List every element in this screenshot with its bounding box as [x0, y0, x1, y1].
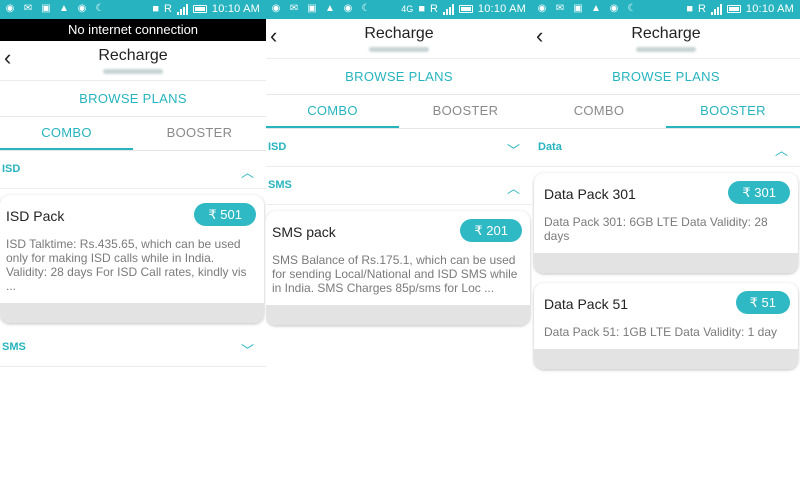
section-isd[interactable]: ISD ︿: [0, 151, 266, 189]
moon-icon: ☾: [361, 3, 371, 14]
radio-icon: ◉: [271, 3, 281, 14]
card-footer: [534, 349, 798, 369]
browse-plans-link[interactable]: BROWSE PLANS: [532, 59, 800, 95]
screen-booster-data: ◉ ✉ ▣ ▲ ◉ ☾ ■ R 10:10 AM ‹ Recharge BROW…: [532, 0, 800, 500]
message-icon: ✉: [289, 3, 299, 14]
plan-card[interactable]: Data Pack 51 ₹ 51 Data Pack 51: 1GB LTE …: [534, 283, 798, 369]
app-icon: ■: [152, 3, 159, 15]
plan-name: SMS pack: [272, 224, 336, 240]
section-sms[interactable]: SMS ︿: [266, 167, 532, 205]
battery-icon: [726, 5, 741, 13]
section-label: SMS: [268, 179, 292, 191]
section-data[interactable]: Data ︿: [532, 129, 800, 167]
app-icon: ■: [418, 3, 425, 15]
roaming-badge: R: [697, 3, 706, 15]
moon-icon: ☾: [627, 3, 637, 14]
plan-card[interactable]: SMS pack ₹ 201 SMS Balance of Rs.175.1, …: [266, 211, 530, 325]
status-bar: ◉ ✉ ▣ ▲ ◉ ☾ ■ R 10:10 AM: [0, 0, 266, 19]
plan-description: Data Pack 301: 6GB LTE Data Validity: 28…: [544, 215, 768, 243]
radio-icon: ◉: [609, 3, 619, 14]
plan-name: ISD Pack: [6, 208, 65, 224]
plan-description: Data Pack 51: 1GB LTE Data Validity: 1 d…: [544, 325, 778, 339]
chevron-down-icon[interactable]: ﹀: [241, 340, 254, 359]
section-label: Data: [538, 141, 562, 153]
card-footer: [534, 253, 798, 273]
roaming-badge: R: [429, 3, 438, 15]
page-title: Recharge: [364, 25, 434, 42]
clock: 10:10 AM: [745, 3, 794, 15]
tab-booster[interactable]: BOOSTER: [133, 117, 266, 150]
radio-icon: ◉: [537, 3, 547, 14]
battery-icon: [192, 5, 207, 13]
plan-tabs: COMBO BOOSTER: [266, 95, 532, 129]
gallery-icon: ▣: [573, 3, 583, 14]
app-header: ‹ Recharge: [266, 19, 532, 59]
gallery-icon: ▣: [307, 3, 317, 14]
tab-combo[interactable]: COMBO: [0, 117, 133, 150]
chevron-down-icon[interactable]: ﹀: [507, 140, 520, 159]
signal-icon: [710, 3, 722, 15]
app-header: ‹ Recharge: [532, 19, 800, 59]
battery-icon: [458, 5, 473, 13]
roaming-badge: R: [163, 3, 172, 15]
redacted-number: [103, 69, 163, 74]
page-title: Recharge: [631, 25, 701, 42]
message-icon: ✉: [23, 3, 33, 14]
plan-tabs: COMBO BOOSTER: [0, 117, 266, 151]
warning-icon: ▲: [325, 3, 335, 14]
tab-combo[interactable]: COMBO: [266, 95, 399, 128]
section-label: SMS: [2, 341, 26, 353]
section-label: ISD: [2, 163, 21, 175]
chevron-up-icon[interactable]: ︿: [775, 140, 788, 159]
screen-combo-sms: ◉ ✉ ▣ ▲ ◉ ☾ 4G ■ R 10:10 AM ‹ Recharge B…: [266, 0, 532, 500]
plan-name: Data Pack 301: [544, 186, 636, 202]
clock: 10:10 AM: [211, 3, 260, 15]
price-button[interactable]: ₹ 201: [460, 219, 522, 242]
radio-icon: ◉: [343, 3, 353, 14]
screen-combo-isd: ◉ ✉ ▣ ▲ ◉ ☾ ■ R 10:10 AM No internet con…: [0, 0, 266, 500]
browse-plans-link[interactable]: BROWSE PLANS: [0, 81, 266, 117]
price-button[interactable]: ₹ 501: [194, 203, 256, 226]
network-type: 4G: [401, 4, 414, 14]
status-bar: ◉ ✉ ▣ ▲ ◉ ☾ 4G ■ R 10:10 AM: [266, 0, 532, 19]
warning-icon: ▲: [591, 3, 601, 14]
radio-icon: ◉: [77, 3, 87, 14]
clock: 10:10 AM: [477, 3, 526, 15]
app-icon: ■: [686, 3, 693, 15]
offline-banner: No internet connection: [0, 19, 266, 41]
gallery-icon: ▣: [41, 3, 51, 14]
chevron-up-icon[interactable]: ︿: [241, 162, 254, 181]
page-title: Recharge: [98, 47, 168, 64]
card-footer: [0, 303, 264, 323]
chevron-up-icon[interactable]: ︿: [507, 178, 520, 197]
plan-name: Data Pack 51: [544, 296, 629, 312]
signal-icon: [442, 3, 454, 15]
message-icon: ✉: [555, 3, 565, 14]
plan-tabs: COMBO BOOSTER: [532, 95, 800, 129]
tab-booster[interactable]: BOOSTER: [399, 95, 532, 128]
price-button[interactable]: ₹ 51: [735, 291, 790, 314]
plan-description: ISD Talktime: Rs.435.65, which can be us…: [6, 237, 247, 293]
section-label: ISD: [268, 141, 287, 153]
tab-combo[interactable]: COMBO: [532, 95, 666, 128]
section-isd[interactable]: ISD ﹀: [266, 129, 532, 167]
redacted-number: [369, 47, 429, 52]
radio-icon: ◉: [5, 3, 15, 14]
card-footer: [266, 305, 530, 325]
section-sms[interactable]: SMS ﹀: [0, 329, 266, 367]
plan-description: SMS Balance of Rs.175.1, which can be us…: [272, 253, 518, 295]
price-button[interactable]: ₹ 301: [728, 181, 790, 204]
tab-booster[interactable]: BOOSTER: [666, 95, 800, 128]
moon-icon: ☾: [95, 3, 105, 14]
signal-icon: [176, 3, 188, 15]
app-header: ‹ Recharge: [0, 41, 266, 81]
redacted-number: [636, 47, 696, 52]
plan-card[interactable]: ISD Pack ₹ 501 ISD Talktime: Rs.435.65, …: [0, 195, 264, 323]
warning-icon: ▲: [59, 3, 69, 14]
plan-card[interactable]: Data Pack 301 ₹ 301 Data Pack 301: 6GB L…: [534, 173, 798, 273]
browse-plans-link[interactable]: BROWSE PLANS: [266, 59, 532, 95]
status-bar: ◉ ✉ ▣ ▲ ◉ ☾ ■ R 10:10 AM: [532, 0, 800, 19]
